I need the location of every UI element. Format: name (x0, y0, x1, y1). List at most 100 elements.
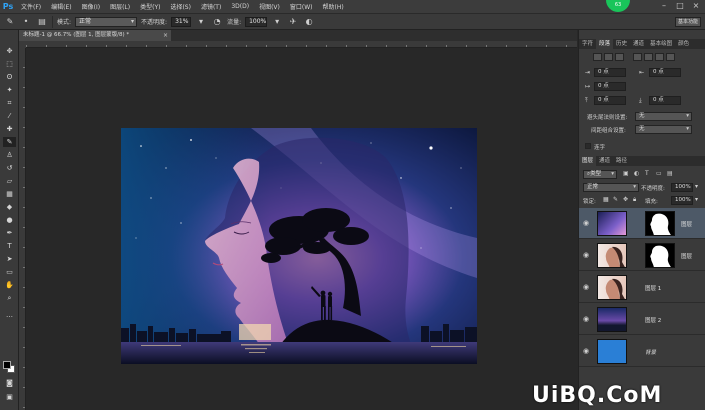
document-canvas[interactable] (121, 128, 477, 364)
menu-edit[interactable]: 编辑(E) (46, 2, 76, 11)
history-brush-tool-icon[interactable]: ↺ (3, 163, 16, 173)
indent-first-line-input[interactable]: 0 点 (594, 82, 626, 91)
layer-opacity-input[interactable]: 100% (671, 183, 693, 192)
eraser-tool-icon[interactable]: ▱ (3, 176, 16, 186)
justify-all-button[interactable] (666, 53, 675, 61)
pressure-opacity-icon[interactable]: ◔ (211, 16, 223, 28)
opacity-dropdown-icon[interactable]: ▾ (195, 16, 207, 28)
tab-basic-paint[interactable]: 基本绘图 (647, 39, 675, 49)
lock-all-icon[interactable]: 🔒︎ (633, 196, 636, 204)
menu-3d[interactable]: 3D(D) (226, 3, 254, 10)
quick-mask-icon[interactable]: ◙ (3, 378, 16, 388)
menu-filter[interactable]: 滤镜(T) (196, 2, 226, 11)
close-icon[interactable]: × (691, 1, 701, 11)
badge[interactable]: 63 (606, 0, 630, 12)
layer-row[interactable]: ◉ 图层 1 (579, 272, 705, 303)
menu-select[interactable]: 选择(S) (165, 2, 196, 11)
lock-image-icon[interactable]: ✎ (613, 196, 618, 203)
document-tab[interactable]: 未标题-1 @ 66.7% (图层 1, 图层蒙版/8) * × (19, 30, 171, 41)
space-after-input[interactable]: 0 点 (649, 96, 681, 105)
indent-left-input[interactable]: 0 点 (594, 68, 626, 77)
tab-history[interactable]: 历史 (613, 39, 630, 49)
menu-view[interactable]: 视图(V) (254, 2, 285, 11)
brush-preset-icon[interactable]: • (20, 16, 32, 28)
menu-file[interactable]: 文件(F) (16, 2, 46, 11)
filter-smart-icon[interactable]: ▤ (667, 170, 673, 177)
gradient-tool-icon[interactable]: ▦ (3, 189, 16, 199)
pressure-size-icon[interactable]: ◐ (303, 16, 315, 28)
filter-shape-icon[interactable]: ▭ (656, 170, 662, 177)
hyphenate-checkbox[interactable] (585, 143, 591, 149)
layer-row[interactable]: ◉ 图层 2 (579, 304, 705, 335)
align-left-button[interactable] (593, 53, 602, 61)
brush-tool-icon[interactable]: ✎ (3, 137, 16, 147)
kinsoku-select[interactable]: 无 (635, 112, 692, 121)
eye-icon[interactable]: ◉ (583, 251, 589, 259)
tab-paragraph[interactable]: 段落 (596, 39, 614, 49)
blur-tool-icon[interactable]: ◆ (3, 202, 16, 212)
justify-center-button[interactable] (644, 53, 653, 61)
eyedropper-tool-icon[interactable]: ⁄ (3, 111, 16, 121)
menu-image[interactable]: 图像(I) (77, 2, 105, 11)
tab-channels[interactable]: 通道 (630, 39, 647, 49)
layer-opacity-dropdown-icon[interactable]: ▾ (695, 183, 698, 190)
tab-layers[interactable]: 图层 (579, 156, 597, 166)
lock-transparent-icon[interactable]: ▦ (603, 196, 609, 203)
maximize-icon[interactable]: □ (675, 1, 685, 11)
path-select-tool-icon[interactable]: ➤ (3, 254, 16, 264)
marquee-tool-icon[interactable]: ⬚ (3, 59, 16, 69)
justify-left-button[interactable] (633, 53, 642, 61)
layer-name[interactable]: 图层 (681, 252, 692, 260)
mode-select[interactable]: 正常 (75, 16, 138, 27)
airbrush-icon[interactable]: ✈ (287, 16, 299, 28)
tab-layer-channels[interactable]: 通道 (596, 156, 613, 166)
workspace-button[interactable]: 基本功能 (675, 17, 701, 27)
justify-right-button[interactable] (655, 53, 664, 61)
minimize-icon[interactable]: – (659, 1, 669, 11)
quick-select-tool-icon[interactable]: ✦ (3, 85, 16, 95)
layer-name[interactable]: 图层 (681, 220, 692, 228)
layer-row[interactable]: ◉ 图层 (579, 208, 705, 239)
horizontal-ruler[interactable] (26, 41, 577, 48)
zoom-tool-icon[interactable]: ⌕ (3, 293, 16, 303)
close-tab-icon[interactable]: × (163, 30, 168, 41)
align-center-button[interactable] (604, 53, 613, 61)
layer-name[interactable]: 图层 1 (645, 284, 661, 292)
layer-name[interactable]: 背景 (645, 348, 656, 356)
filter-pixel-icon[interactable]: ▣ (623, 170, 629, 177)
screen-mode-icon[interactable]: ▣ (3, 392, 16, 402)
crop-tool-icon[interactable]: ⌗ (3, 98, 16, 108)
mojikumi-select[interactable]: 无 (635, 125, 692, 134)
indent-right-input[interactable]: 0 点 (649, 68, 681, 77)
filter-type-icon[interactable]: T (645, 170, 649, 177)
space-before-input[interactable]: 0 点 (594, 96, 626, 105)
shape-tool-icon[interactable]: ▭ (3, 267, 16, 277)
eye-icon[interactable]: ◉ (583, 283, 589, 291)
menu-window[interactable]: 窗口(W) (285, 2, 318, 11)
eye-icon[interactable]: ◉ (583, 219, 589, 227)
brush-icon[interactable]: ✎ (4, 16, 16, 28)
more-tools-icon[interactable]: … (3, 310, 16, 320)
blend-mode-select[interactable]: 正常 (583, 183, 639, 192)
move-tool-icon[interactable]: ✥ (3, 46, 16, 56)
pen-tool-icon[interactable]: ✒ (3, 228, 16, 238)
filter-adjust-icon[interactable]: ◐ (634, 170, 639, 177)
menu-layer[interactable]: 图层(L) (105, 2, 135, 11)
tab-color[interactable]: 颜色 (675, 39, 692, 49)
dodge-tool-icon[interactable]: ● (3, 215, 16, 225)
align-right-button[interactable] (615, 53, 624, 61)
tab-paths[interactable]: 路径 (613, 156, 630, 166)
hand-tool-icon[interactable]: ✋ (3, 280, 16, 290)
tab-character[interactable]: 字符 (579, 39, 596, 49)
healing-tool-icon[interactable]: ✚ (3, 124, 16, 134)
ruler-origin[interactable] (19, 41, 26, 48)
lasso-tool-icon[interactable]: ʘ (3, 72, 16, 82)
eye-icon[interactable]: ◉ (583, 347, 589, 355)
brush-panel-icon[interactable]: ▤ (36, 16, 48, 28)
menu-help[interactable]: 帮助(H) (318, 2, 349, 11)
flow-input[interactable]: 100% (245, 16, 268, 27)
fill-dropdown-icon[interactable]: ▾ (695, 196, 698, 203)
eye-icon[interactable]: ◉ (583, 315, 589, 323)
foreground-color-swatch[interactable] (3, 361, 11, 369)
opacity-input[interactable]: 31% (171, 16, 192, 27)
